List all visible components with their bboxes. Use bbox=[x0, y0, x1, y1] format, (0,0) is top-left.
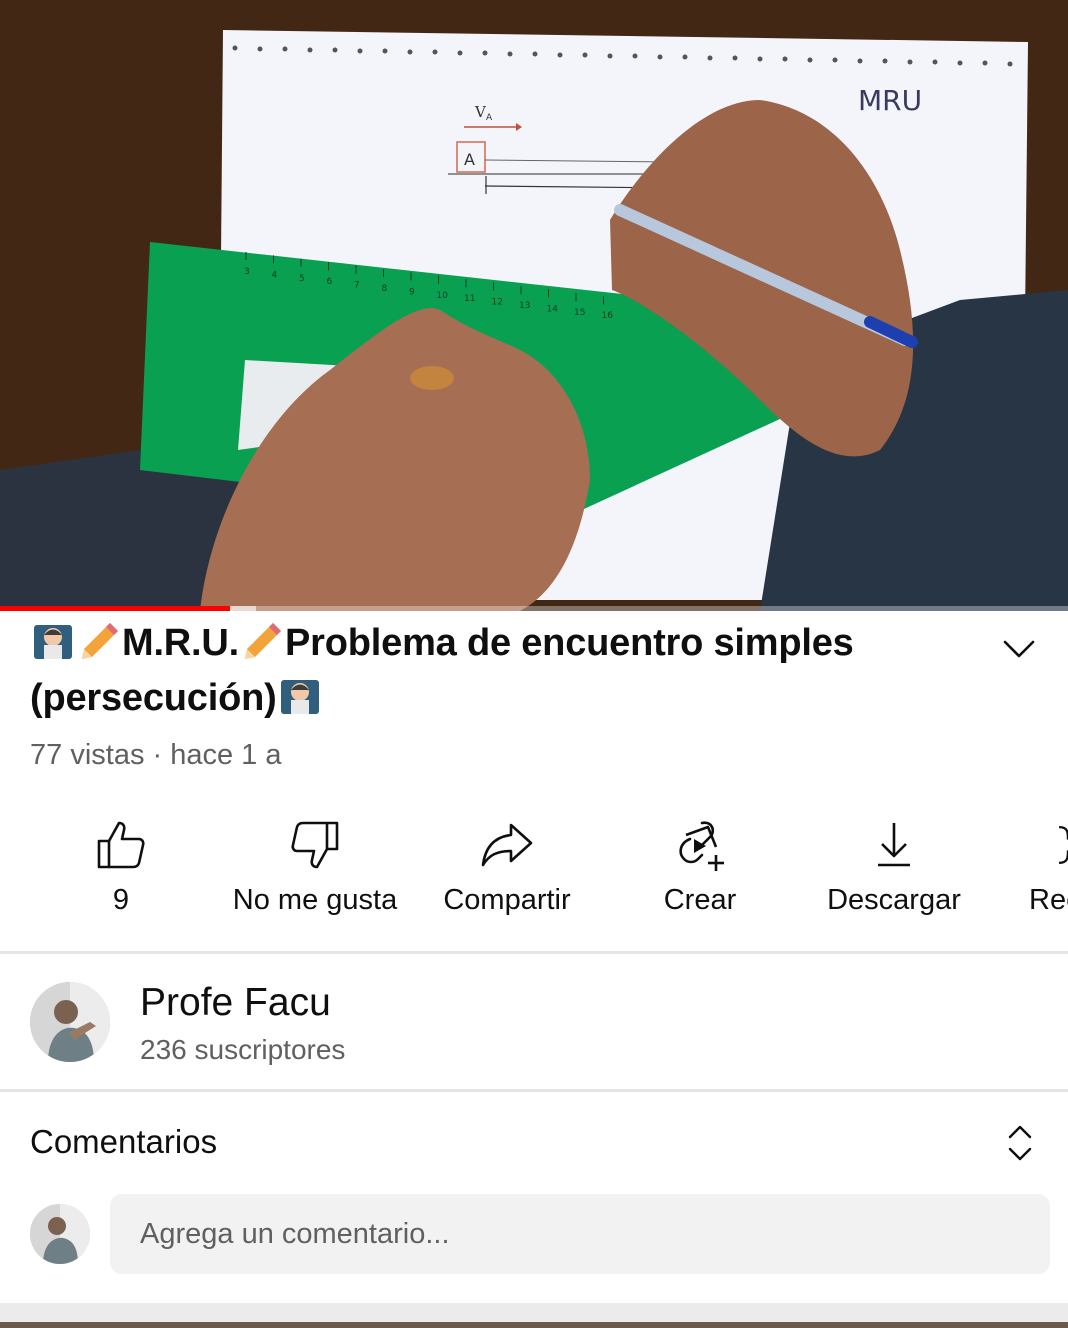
ruler-tick-label: 8 bbox=[382, 284, 388, 294]
video-progress-bar[interactable] bbox=[0, 606, 1068, 611]
video-title-part1: M.R.U. bbox=[122, 622, 240, 664]
chevron-down-icon[interactable] bbox=[996, 626, 1042, 672]
ruler-tick-label: 5 bbox=[299, 274, 305, 284]
remix-icon bbox=[679, 821, 724, 871]
dislike-button[interactable]: No me gusta bbox=[218, 808, 412, 938]
ruler-tick-label: 15 bbox=[574, 308, 585, 318]
comments-heading[interactable]: Comentarios bbox=[30, 1123, 217, 1161]
download-icon bbox=[878, 823, 910, 867]
share-label: Compartir bbox=[443, 884, 571, 916]
ruler-tick-label: 9 bbox=[409, 287, 415, 297]
ruler-tick-label: 14 bbox=[547, 304, 559, 314]
next-thumbnail-edge bbox=[0, 1322, 1068, 1328]
unfold-icon[interactable] bbox=[1002, 1122, 1038, 1164]
download-label: Descargar bbox=[827, 884, 961, 916]
save-icon bbox=[1059, 825, 1068, 865]
ruler-tick-label: 13 bbox=[519, 301, 530, 311]
share-button[interactable]: Compartir bbox=[410, 808, 604, 938]
ruler-tick-label: 6 bbox=[327, 277, 333, 287]
share-icon bbox=[481, 823, 533, 867]
thumbs-down-icon bbox=[291, 821, 339, 869]
divider bbox=[0, 1089, 1068, 1092]
video-player[interactable]: MRU A V A X 345678910111213141516 bbox=[0, 0, 1068, 611]
pencil-emoji-icon bbox=[245, 623, 282, 659]
avatar-image bbox=[30, 982, 110, 1062]
ruler-tick-label: 3 bbox=[244, 267, 250, 277]
ruler-tick-label: 12 bbox=[492, 298, 503, 308]
dislike-label: No me gusta bbox=[232, 884, 398, 916]
ruler-tick-label: 4 bbox=[272, 270, 278, 280]
subscriber-count: 236 suscriptores bbox=[140, 1034, 346, 1065]
download-button[interactable]: Descargar bbox=[797, 808, 991, 938]
save-label: Rec bbox=[1029, 884, 1068, 916]
teacher-emoji-icon bbox=[34, 625, 72, 659]
velocity-subscript-text: A bbox=[486, 113, 493, 123]
channel-avatar[interactable] bbox=[30, 982, 110, 1062]
user-avatar bbox=[30, 1204, 90, 1264]
ruler-tick-label: 10 bbox=[437, 291, 449, 301]
channel-name[interactable]: Profe Facu bbox=[140, 981, 331, 1025]
create-button[interactable]: Crear bbox=[603, 808, 797, 938]
teacher-emoji-icon bbox=[280, 680, 319, 714]
video-title[interactable]: M.R.U. Problema de encuentro simples (pe… bbox=[30, 616, 970, 726]
divider bbox=[0, 951, 1068, 954]
video-meta[interactable]: 77 vistas · hace 1 a bbox=[30, 739, 281, 772]
pencil-emoji-icon bbox=[82, 623, 118, 659]
like-button[interactable]: 9 bbox=[24, 808, 218, 938]
block-label-text: A bbox=[464, 150, 475, 169]
action-bar: 9 No me gusta Compartir Crear Descargar bbox=[0, 808, 1068, 938]
save-button[interactable]: Rec bbox=[1018, 808, 1068, 938]
notebook-heading-text: MRU bbox=[858, 84, 922, 117]
like-count: 9 bbox=[112, 884, 130, 916]
ruler-tick-label: 11 bbox=[464, 294, 475, 304]
avatar-image bbox=[30, 1204, 90, 1264]
progress-played bbox=[0, 606, 230, 611]
ruler-tick-label: 7 bbox=[354, 281, 360, 291]
create-label: Crear bbox=[663, 884, 737, 916]
comment-input[interactable] bbox=[110, 1194, 1050, 1274]
thumbs-up-icon bbox=[97, 821, 145, 869]
video-frame: MRU A V A X 345678910111213141516 bbox=[0, 0, 1068, 611]
next-item-edge bbox=[0, 1303, 1068, 1328]
ruler-tick-label: 16 bbox=[602, 311, 614, 321]
